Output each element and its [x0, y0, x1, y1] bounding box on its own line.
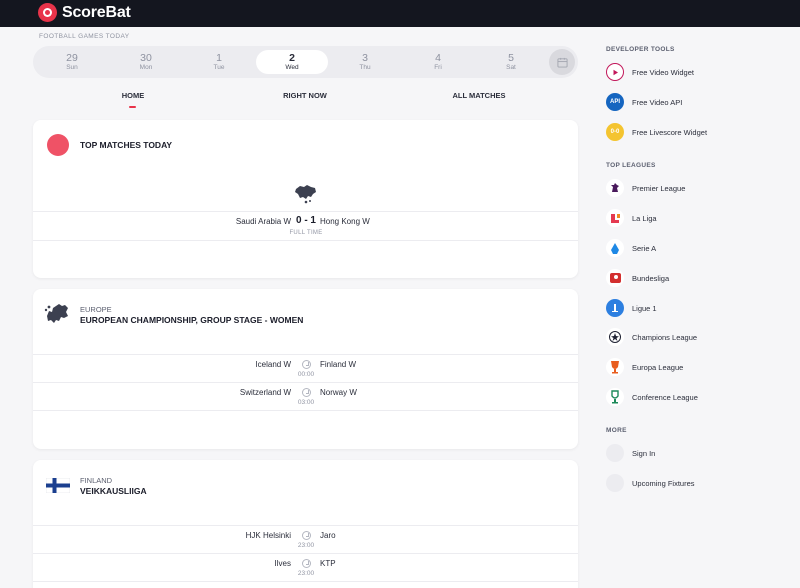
top-bar: ScoreBat: [0, 0, 800, 27]
sidebar-item-ligue-1[interactable]: Ligue 1: [606, 299, 657, 317]
competition-name[interactable]: VEIKKAUSLIIGA: [80, 486, 147, 496]
europe-map-icon: [44, 304, 68, 323]
brand-name: ScoreBat: [62, 3, 131, 21]
champions-league-icon: [606, 328, 624, 346]
competition-region: EUROPE: [80, 305, 112, 314]
conference-league-icon: [606, 388, 624, 406]
livescore-icon: 0-0: [606, 123, 624, 141]
tab-home[interactable]: HOME: [118, 91, 148, 100]
match-time: 23:00: [291, 559, 321, 577]
date-selector: 29 Sun 30 Mon 1 Tue 2 Wed 3 Thu 4 Fri 5 Sat: [33, 46, 578, 78]
home-team[interactable]: HJK Helsinki: [246, 531, 291, 540]
date-item[interactable]: 29 Sun: [36, 50, 108, 74]
serie-a-icon: [606, 239, 624, 257]
date-item[interactable]: 5 Sat: [475, 50, 547, 74]
sidebar-item-europa-league[interactable]: Europa League: [606, 358, 683, 376]
bundesliga-icon: [606, 269, 624, 287]
developer-tools-heading: DEVELOPER TOOLS: [606, 46, 675, 53]
sidebar-item-bundesliga[interactable]: Bundesliga: [606, 269, 669, 287]
sign-in-icon: [606, 444, 624, 462]
scorebat-logo-icon: [38, 3, 57, 22]
calendar-button[interactable]: [549, 49, 575, 75]
competition-card: EUROPE EUROPEAN CHAMPIONSHIP, GROUP STAG…: [33, 289, 578, 449]
date-item[interactable]: 3 Thu: [329, 50, 401, 74]
active-tab-indicator: [129, 106, 136, 108]
la-liga-icon: [606, 209, 624, 227]
sidebar-item-free-livescore-widget[interactable]: 0-0 Free Livescore Widget: [606, 123, 707, 141]
home-team[interactable]: Saudi Arabia W: [236, 217, 291, 226]
match-time: 23:00: [291, 531, 321, 549]
date-caption: FOOTBALL GAMES TODAY: [39, 33, 130, 40]
clock-icon: [301, 360, 311, 369]
sidebar-item-conference-league[interactable]: Conference League: [606, 388, 698, 406]
sidebar-item-free-video-api[interactable]: API Free Video API: [606, 93, 682, 111]
europa-league-icon: [606, 358, 624, 376]
tab-right-now[interactable]: RIGHT NOW: [275, 91, 335, 100]
card-title: TOP MATCHES TODAY: [80, 140, 173, 150]
sidebar-item-free-video-widget[interactable]: Free Video Widget: [606, 63, 694, 81]
clock-icon: [301, 388, 311, 397]
match-score: 0 - 1: [295, 215, 316, 226]
top-matches-card: TOP MATCHES TODAY Saudi Arabia W 0 - 1 H…: [33, 120, 578, 278]
sidebar-item-sign-in[interactable]: Sign In: [606, 444, 655, 462]
competition-name[interactable]: EUROPEAN CHAMPIONSHIP, GROUP STAGE - WOM…: [80, 315, 303, 325]
away-team[interactable]: Norway W: [320, 388, 357, 397]
logo[interactable]: ScoreBat: [38, 3, 131, 22]
away-team[interactable]: Finland W: [320, 360, 356, 369]
home-team[interactable]: Switzerland W: [240, 388, 291, 397]
play-icon: [606, 63, 624, 81]
competition-card: FINLAND VEIKKAUSLIIGA HJK Helsinki 23:00…: [33, 460, 578, 588]
top-leagues-heading: TOP LEAGUES: [606, 162, 656, 169]
sidebar-item-premier-league[interactable]: Premier League: [606, 179, 685, 197]
asia-map-icon: [295, 185, 316, 204]
away-team[interactable]: Jaro: [320, 531, 336, 540]
sidebar-item-upcoming-fixtures[interactable]: Upcoming Fixtures: [606, 474, 695, 492]
match-status: FULL TIME: [289, 230, 323, 236]
away-team[interactable]: KTP: [320, 559, 336, 568]
competition-region: FINLAND: [80, 476, 113, 485]
date-item[interactable]: 1 Tue: [183, 50, 255, 74]
date-item[interactable]: 4 Fri: [402, 50, 474, 74]
premier-league-icon: [606, 179, 624, 197]
sidebar-item-la-liga[interactable]: La Liga: [606, 209, 657, 227]
match-time: 00:00: [291, 360, 321, 378]
clock-icon: [301, 531, 311, 540]
date-item-active[interactable]: 2 Wed: [256, 50, 328, 74]
tab-all-matches[interactable]: ALL MATCHES: [446, 91, 512, 100]
ligue-1-icon: [606, 299, 624, 317]
calendar-icon: [556, 57, 568, 68]
more-heading: MORE: [606, 427, 627, 434]
api-icon: API: [606, 93, 624, 111]
home-team[interactable]: Iceland W: [255, 360, 291, 369]
match-time: 03:00: [291, 388, 321, 406]
top-matches-icon: [47, 134, 69, 156]
sidebar-item-champions-league[interactable]: Champions League: [606, 328, 697, 346]
home-team[interactable]: Ilves: [275, 559, 291, 568]
finland-flag-icon: [46, 478, 70, 493]
clock-icon: [301, 559, 311, 568]
sidebar-item-serie-a[interactable]: Serie A: [606, 239, 656, 257]
date-item[interactable]: 30 Mon: [110, 50, 182, 74]
away-team[interactable]: Hong Kong W: [320, 217, 370, 226]
fixtures-icon: [606, 474, 624, 492]
